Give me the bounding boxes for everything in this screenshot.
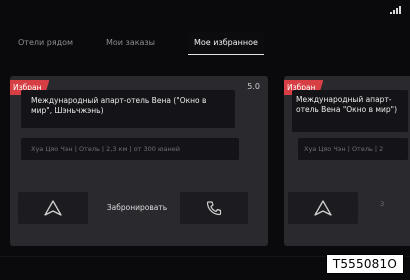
tab-favorites[interactable]: Мое избранное [188,32,264,55]
book-button[interactable]: Забронировать [98,192,176,224]
hotel-name: Международный апарт-отель Вена "Окно в м… [296,95,398,114]
book-button-partial[interactable]: З [380,200,384,208]
rating-value: 5.0 [247,82,260,91]
phone-icon [206,201,222,216]
hotel-card[interactable]: Избран 4 Международный апарт-отель Вена … [284,76,410,246]
card-actions: З [288,192,410,224]
tab-bar: Отели рядом Мои заказы Мое избранное [8,32,398,55]
navigate-button[interactable] [288,192,358,224]
image-code-label: T555081O [325,254,404,274]
book-button-label: Забронировать [106,203,168,212]
hotel-meta: Хуа Цяо Чэн | Отель | 2 [304,145,384,153]
hotel-name: Международный апарт-отель Вена ("Окно в … [31,96,207,115]
card-actions: Забронировать [18,192,260,224]
navigation-arrow-icon [44,200,62,216]
hotel-meta-box: Хуа Цяо Чэн | Отель | 2 [298,138,408,160]
navigate-button[interactable] [18,192,88,224]
tab-hotels-nearby[interactable]: Отели рядом [18,32,73,54]
signal-bars-icon [390,6,401,14]
hotel-name-box: Международный апарт-отель Вена ("Окно в … [21,90,235,128]
hotel-meta-box: Хуа Цяо Чэн | Отель | 2,3 км | от 300 юа… [21,138,239,160]
call-button[interactable] [180,192,248,224]
tab-my-orders[interactable]: Мои заказы [106,32,155,54]
hotel-card[interactable]: Избран 5.0 Международный апарт-отель Вен… [10,76,268,246]
navigation-arrow-icon [314,200,332,216]
hotel-meta: Хуа Цяо Чэн | Отель | 2,3 км | от 300 юа… [31,145,180,153]
hotel-name-box: Международный апарт-отель Вена "Окно в м… [292,90,408,132]
